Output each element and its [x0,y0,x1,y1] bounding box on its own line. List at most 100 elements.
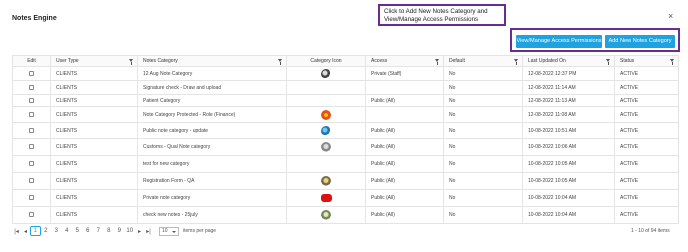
last-updated-cell: 10-08-2022 10:04 AM [522,206,615,224]
next-page-icon[interactable]: ▸ [135,228,144,235]
first-page-icon[interactable]: |◂ [12,228,21,235]
flower-icon [321,109,331,120]
notes-category-cell: Patient Category [137,94,287,107]
view-manage-access-button[interactable]: View/Manage Access Permissions [516,35,602,48]
notes-category-cell: Public note category - update [137,122,287,139]
filter-icon[interactable] [606,59,610,65]
header-status: Status [614,55,679,67]
page-number-4[interactable]: 4 [62,228,73,234]
edit-checkbox[interactable] [29,195,34,201]
filter-icon[interactable] [129,59,133,65]
header-last-updated: Last Updated On [522,55,615,67]
default-cell: No [443,80,523,95]
edit-checkbox[interactable] [29,161,34,167]
add-notes-category-button[interactable]: Add New Notes Category [605,35,675,48]
access-cell: Public (All) [365,189,444,207]
edit-checkbox[interactable] [29,212,34,218]
table-row: CLIENTS test for new category Public (All)… [12,155,679,173]
access-cell: Public (All) [365,94,444,107]
default-cell: No [443,172,523,190]
default-cell: No [443,206,523,224]
access-cell [365,106,444,123]
access-cell: Public (All) [365,122,444,139]
last-updated-cell: 12-08-2022 11:08 AM [522,106,615,123]
header-category-icon: Category Icon [286,55,366,67]
page-number-8[interactable]: 8 [104,228,115,234]
category-icon-cell [286,138,366,156]
page-size-select[interactable]: 10 [159,226,179,236]
filter-icon[interactable] [670,59,674,65]
access-cell: Private (Staff) [365,66,444,81]
filter-icon[interactable] [435,59,439,65]
owl-icon [321,176,331,186]
user-type-cell: CLIENTS [50,80,138,95]
notes-engine-dialog: Notes Engine × Click to Add New Notes Ca… [0,0,688,252]
filter-icon[interactable] [278,59,282,65]
filter-icon[interactable] [514,59,518,65]
prev-page-icon[interactable]: ◂ [21,228,30,235]
edit-checkbox[interactable] [29,127,34,133]
page-number-3[interactable]: 3 [51,228,62,234]
access-cell: Public (All) [365,155,444,173]
notes-category-cell: Registration Form - QA [137,172,287,190]
last-updated-cell: 12-08-2022 11:14 AM [522,80,615,95]
notes-category-cell: Customs - Qual Note category [137,138,287,156]
access-cell [365,80,444,95]
category-icon-cell [286,66,366,81]
edit-checkbox[interactable] [29,70,34,76]
category-icon-cell [286,122,366,139]
page-number-1[interactable]: 1 [30,226,41,236]
page-number-9[interactable]: 9 [114,228,125,234]
last-page-icon[interactable]: ▸| [144,228,153,235]
status-cell: ACTIVE [614,80,679,95]
edit-cell [12,138,51,156]
page-number-6[interactable]: 6 [83,228,94,234]
face-icon [321,210,331,220]
page-number-2[interactable]: 2 [41,228,52,234]
user-type-cell: CLIENTS [50,155,138,173]
status-cell: ACTIVE [614,138,679,156]
notes-category-cell: check new notes - 25july [137,206,287,224]
last-updated-cell: 10-08-2022 10:05 AM [522,172,615,190]
edit-cell [12,94,51,107]
table-row: CLIENTS Patient Category Public (All) No 12-… [12,94,679,107]
table-row: CLIENTS Customs - Qual Note category Publi… [12,138,679,156]
red-icon [320,194,332,202]
page-number-5[interactable]: 5 [72,228,83,234]
status-cell: ACTIVE [614,172,679,190]
dialog-title: Notes Engine [12,15,57,22]
notes-category-cell: test for new category [137,155,287,173]
header-notes-category: Notes Category [137,55,287,67]
header-label: Notes Category [143,58,178,64]
table-row: CLIENTS 12 Aug Note Category Private (Staf… [12,66,679,81]
default-cell: No [443,155,523,173]
category-icon-cell [286,106,366,123]
last-updated-cell: 10-08-2022 10:05 AM [522,155,615,173]
edit-checkbox[interactable] [29,97,34,103]
edit-checkbox[interactable] [29,144,34,150]
access-cell: Public (All) [365,172,444,190]
user-type-cell: CLIENTS [50,138,138,156]
edit-checkbox[interactable] [29,178,34,184]
close-icon[interactable]: × [668,12,673,21]
status-cell: ACTIVE [614,206,679,224]
last-updated-cell: 10-08-2022 10:04 AM [522,189,615,207]
edit-cell [12,206,51,224]
header-default: Default [443,55,523,67]
default-cell: No [443,106,523,123]
header-label: Access [371,58,388,64]
page-number-10[interactable]: 10 [125,228,136,234]
notes-category-cell: Note Category Protected - Role (Finance) [137,106,287,123]
category-icon-cell [286,94,366,107]
category-icon-cell [286,172,366,190]
header-label: User Type [56,58,79,64]
pager: |◂ ◂ 1 2 3 4 5 6 7 8 9 10 ▸ ▸| 10 items per page [12,226,216,236]
notes-category-cell: Signature check - Draw and upload [137,80,287,95]
default-cell: No [443,122,523,139]
page-number-7[interactable]: 7 [93,228,104,234]
table-row: CLIENTS check new notes - 25july Public (A… [12,206,679,224]
edit-checkbox[interactable] [29,84,34,90]
edit-cell [12,80,51,95]
edit-checkbox[interactable] [29,111,34,117]
header-edit: Edit [12,55,51,67]
